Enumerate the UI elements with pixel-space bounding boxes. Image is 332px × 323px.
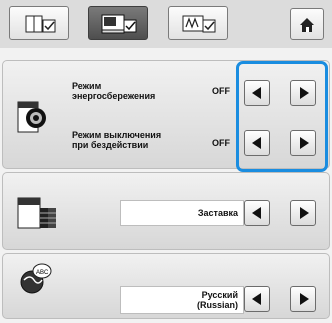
tab-sewing-settings[interactable] — [9, 6, 69, 40]
eco-mode-label: Режим энергосбережения — [72, 81, 156, 101]
home-button[interactable] — [290, 8, 324, 40]
eco-mode-icon — [17, 101, 46, 133]
screensaver-icon — [17, 197, 56, 229]
shutoff-mode-value: OFF — [212, 138, 230, 148]
language-decrease-button[interactable] — [244, 286, 270, 312]
screensaver-decrease-button[interactable] — [244, 200, 270, 226]
screensaver-value: Заставка — [120, 200, 244, 226]
language-globe-icon: ABC — [20, 263, 52, 294]
language-increase-button[interactable] — [290, 286, 316, 312]
sewing-settings-icon — [25, 15, 56, 33]
eco-mode-value: OFF — [212, 86, 230, 96]
settings-tab-bar — [0, 0, 332, 48]
left-arrow-icon — [251, 207, 261, 219]
shutoff-mode-label: Режим выключения при бездействии — [72, 130, 162, 150]
tab-machine-settings[interactable] — [88, 6, 148, 40]
machine-settings-icon — [101, 14, 137, 34]
right-arrow-icon — [299, 293, 309, 305]
tab-embroidery-settings[interactable] — [168, 6, 228, 40]
left-arrow-icon — [251, 293, 261, 305]
screensaver-increase-button[interactable] — [290, 200, 316, 226]
embroidery-settings-icon — [182, 15, 216, 33]
right-arrow-icon — [299, 207, 309, 219]
svg-text:ABC: ABC — [36, 270, 49, 276]
home-icon — [300, 18, 314, 32]
language-value: Русский (Russian) — [120, 286, 244, 314]
selection-highlight — [236, 61, 328, 172]
